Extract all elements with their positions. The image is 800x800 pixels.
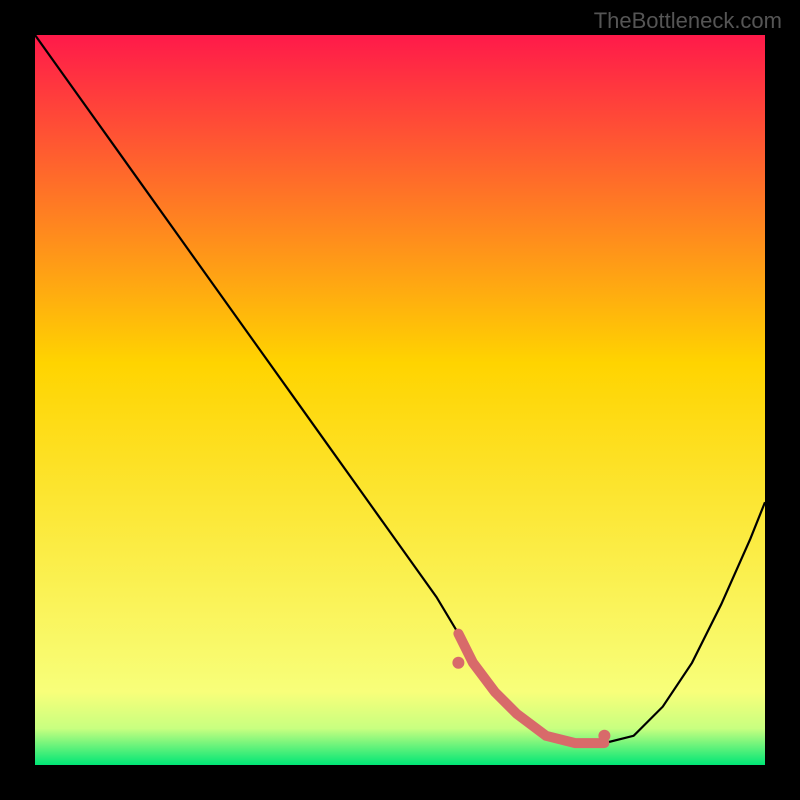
optimal-range-marker: [598, 730, 610, 742]
chart-background: [35, 35, 765, 765]
bottleneck-chart: [35, 35, 765, 765]
optimal-range-marker: [452, 657, 464, 669]
watermark-text: TheBottleneck.com: [594, 8, 782, 34]
